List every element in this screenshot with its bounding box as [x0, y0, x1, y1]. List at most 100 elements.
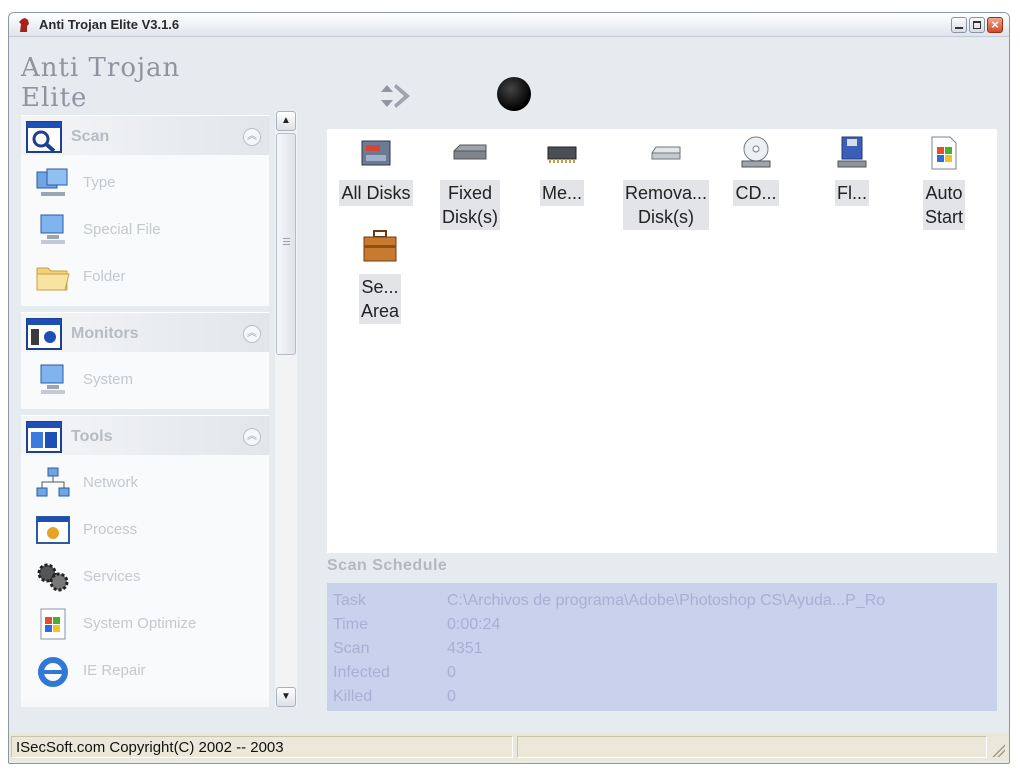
scan-target-panel: All Disks Fixed Disk(s) Me... Remova... Di…	[327, 129, 997, 553]
services-icon	[37, 563, 69, 592]
sensitive-area-icon	[363, 230, 397, 262]
section-header-scan[interactable]: Scan ︽	[21, 115, 269, 155]
section-header-tools[interactable]: Tools ︽	[21, 415, 269, 455]
network-icon	[36, 467, 70, 497]
tile-label: Auto Start	[922, 180, 965, 230]
sidebar-section-monitors: Monitors ︽ System	[21, 312, 269, 409]
resize-grip-icon[interactable]	[991, 743, 1005, 757]
sidebar-item-label: Services	[83, 568, 141, 585]
tile-sensitive-area[interactable]: Se... Area	[341, 227, 419, 324]
logo-text: Anti Trojan Elite	[21, 53, 181, 113]
auto-start-icon	[931, 136, 957, 170]
sidebar-item-label: IE Repair	[83, 662, 146, 679]
app-window: Anti Trojan Elite V3.1.6 × Anti Trojan E…	[8, 12, 1010, 764]
tile-floppy[interactable]: Fl...	[813, 133, 891, 206]
sidebar-item-services[interactable]: Services	[21, 553, 269, 600]
sidebar-item-folder[interactable]: Folder	[21, 253, 269, 300]
sidebar-item-ie-repair[interactable]: IE Repair	[21, 647, 269, 694]
sidebar-scrollbar[interactable]: ▲ ▼	[275, 111, 297, 707]
schedule-value: 0	[447, 688, 456, 705]
maximize-button[interactable]	[969, 17, 985, 33]
cd-icon	[741, 136, 771, 168]
sidebar-item-label: Special File	[83, 221, 161, 238]
collapse-chevron-icon[interactable]: ︽	[243, 128, 261, 146]
schedule-key: Time	[333, 616, 368, 633]
tile-label: Fl...	[835, 180, 869, 206]
schedule-key: Infected	[333, 664, 390, 681]
folder-icon	[36, 267, 70, 291]
title-bar[interactable]: Anti Trojan Elite V3.1.6 ×	[9, 13, 1009, 37]
schedule-value: 0:00:24	[447, 616, 501, 633]
sidebar-item-label: Type	[83, 174, 116, 191]
tile-label: Fixed Disk(s)	[440, 180, 500, 230]
status-bar: ISecSoft.com Copyright(C) 2002 -- 2003	[9, 733, 1009, 761]
schedule-value: 0	[447, 664, 456, 681]
tile-removable-disks[interactable]: Remova... Disk(s)	[623, 133, 710, 230]
schedule-row-killed: Killed 0	[327, 685, 997, 709]
scroll-down-button[interactable]: ▼	[276, 687, 296, 707]
scroll-thumb[interactable]	[276, 133, 296, 355]
tile-label: CD...	[733, 180, 779, 206]
minimize-button[interactable]	[951, 17, 967, 33]
sidebar-item-process[interactable]: Process	[21, 506, 269, 553]
schedule-value: C:\Archivos de programa\Adobe\Photoshop …	[447, 592, 886, 609]
status-copyright: ISecSoft.com Copyright(C) 2002 -- 2003	[11, 736, 513, 758]
tile-fixed-disks[interactable]: Fixed Disk(s)	[431, 133, 509, 230]
sidebar-item-type[interactable]: Type	[21, 159, 269, 206]
sidebar-item-network[interactable]: Network	[21, 459, 269, 506]
process-icon	[36, 516, 70, 544]
sidebar-item-label: Process	[83, 521, 138, 538]
sidebar-section-tools: Tools ︽ Network Process Services System …	[21, 415, 269, 700]
optimize-icon	[40, 608, 66, 640]
schedule-row-task: Task C:\Archivos de programa\Adobe\Photo…	[327, 589, 997, 613]
schedule-key: Task	[333, 592, 366, 609]
tools-icon	[26, 421, 62, 453]
tile-cd[interactable]: CD...	[717, 133, 795, 206]
computer-icon	[40, 364, 65, 394]
sidebar-item-system-optimize[interactable]: System Optimize	[21, 600, 269, 647]
tile-label: Remova... Disk(s)	[623, 180, 710, 230]
schedule-value: 4351	[447, 640, 483, 657]
sidebar: Scan ︽ Type Special File Folder Monitors…	[21, 115, 269, 707]
floppy-icon	[837, 136, 867, 168]
schedule-row-scan: Scan 4351	[327, 637, 997, 661]
section-title-tools: Tools	[71, 428, 113, 445]
computers-icon	[36, 168, 68, 196]
tile-label: Se... Area	[358, 274, 402, 324]
section-title-monitors: Monitors	[71, 325, 139, 342]
scroll-up-button[interactable]: ▲	[276, 111, 296, 131]
tile-label: All Disks	[339, 180, 413, 206]
sidebar-item-label: Network	[83, 474, 139, 491]
scan-icon	[26, 121, 62, 153]
collapse-chevron-icon[interactable]: ︽	[243, 428, 261, 446]
memory-icon	[547, 146, 577, 163]
section-header-monitors[interactable]: Monitors ︽	[21, 312, 269, 352]
status-orb-button[interactable]	[497, 77, 531, 111]
ie-icon	[38, 657, 68, 687]
sidebar-section-scan: Scan ︽ Type Special File Folder	[21, 115, 269, 306]
fixed-disk-icon	[453, 144, 487, 160]
scan-schedule-panel: Task C:\Archivos de programa\Adobe\Photo…	[327, 583, 997, 711]
all-disks-icon	[361, 140, 391, 166]
app-logo: Anti Trojan Elite	[21, 53, 241, 119]
schedule-row-infected: Infected 0	[327, 661, 997, 685]
sidebar-item-label: System	[83, 371, 134, 388]
tile-memory[interactable]: Me...	[523, 133, 601, 206]
app-horse-icon	[19, 18, 29, 32]
computer-icon	[40, 214, 65, 244]
sidebar-item-label: System Optimize	[83, 615, 197, 632]
schedule-key: Scan	[333, 640, 370, 657]
tile-auto-start[interactable]: Auto Start	[905, 133, 983, 230]
status-pane-right	[517, 736, 987, 758]
navigation-arrows-icon[interactable]	[377, 79, 413, 113]
close-button[interactable]: ×	[987, 17, 1003, 33]
collapse-chevron-icon[interactable]: ︽	[243, 325, 261, 343]
sidebar-item-system[interactable]: System	[21, 356, 269, 403]
scan-schedule-title: Scan Schedule	[327, 557, 448, 574]
sidebar-item-label: Folder	[83, 268, 126, 285]
window-title: Anti Trojan Elite V3.1.6	[39, 17, 180, 32]
tile-label: Me...	[539, 180, 584, 206]
removable-disk-icon	[651, 146, 681, 160]
sidebar-item-special-file[interactable]: Special File	[21, 206, 269, 253]
tile-all-disks[interactable]: All Disks	[337, 133, 415, 206]
